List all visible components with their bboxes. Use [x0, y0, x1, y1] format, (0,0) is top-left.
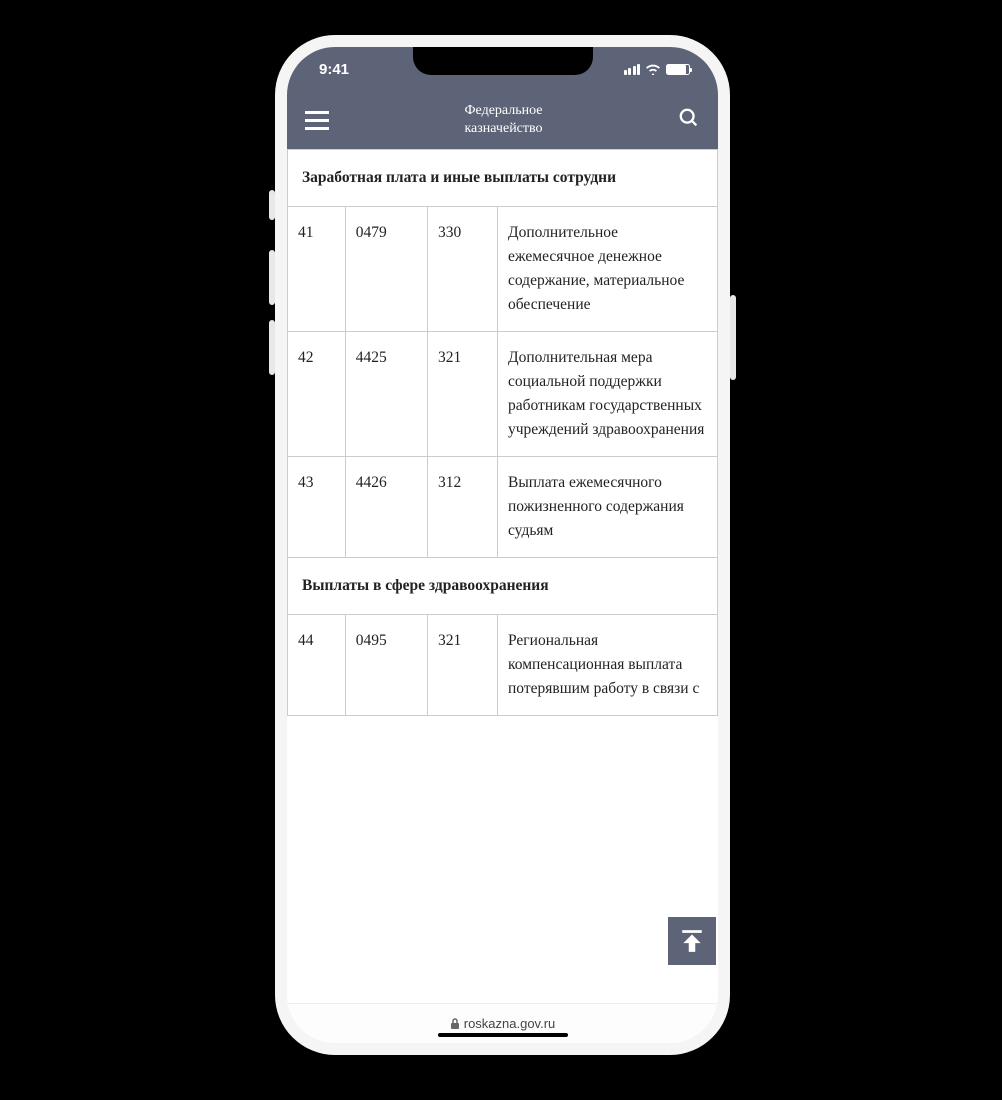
phone-notch: [413, 47, 593, 75]
table-row: 44 0495 321 Региональная компенсационная…: [288, 615, 718, 716]
scroll-to-top-button[interactable]: [668, 917, 716, 965]
browser-bottom-bar: roskazna.gov.ru: [287, 1003, 718, 1043]
wifi-icon: [645, 63, 661, 75]
content-area[interactable]: Заработная плата и иные выплаты сотрудни…: [287, 149, 718, 1003]
cellular-icon: [624, 64, 641, 75]
app-title: Федеральное казначейство: [464, 102, 542, 138]
search-icon[interactable]: [678, 107, 700, 134]
table-row: 41 0479 330 Дополнительное ежемесячное д…: [288, 207, 718, 332]
app-header: Федеральное казначейство: [287, 91, 718, 149]
battery-icon: [666, 64, 690, 75]
browser-domain: roskazna.gov.ru: [464, 1016, 556, 1031]
table-row: 43 4426 312 Выплата ежемесячного пожизне…: [288, 457, 718, 558]
table-row: 42 4425 321 Дополнительная мера социальн…: [288, 332, 718, 457]
data-table: Заработная плата и иные выплаты сотрудни…: [287, 149, 718, 716]
home-indicator[interactable]: [438, 1033, 568, 1037]
lock-icon: [450, 1018, 460, 1030]
menu-icon[interactable]: [305, 111, 329, 130]
section-header: Выплаты в сфере здравоохранения: [288, 558, 718, 615]
status-time: 9:41: [319, 61, 349, 78]
section-header: Заработная плата и иные выплаты сотрудни: [288, 150, 718, 207]
